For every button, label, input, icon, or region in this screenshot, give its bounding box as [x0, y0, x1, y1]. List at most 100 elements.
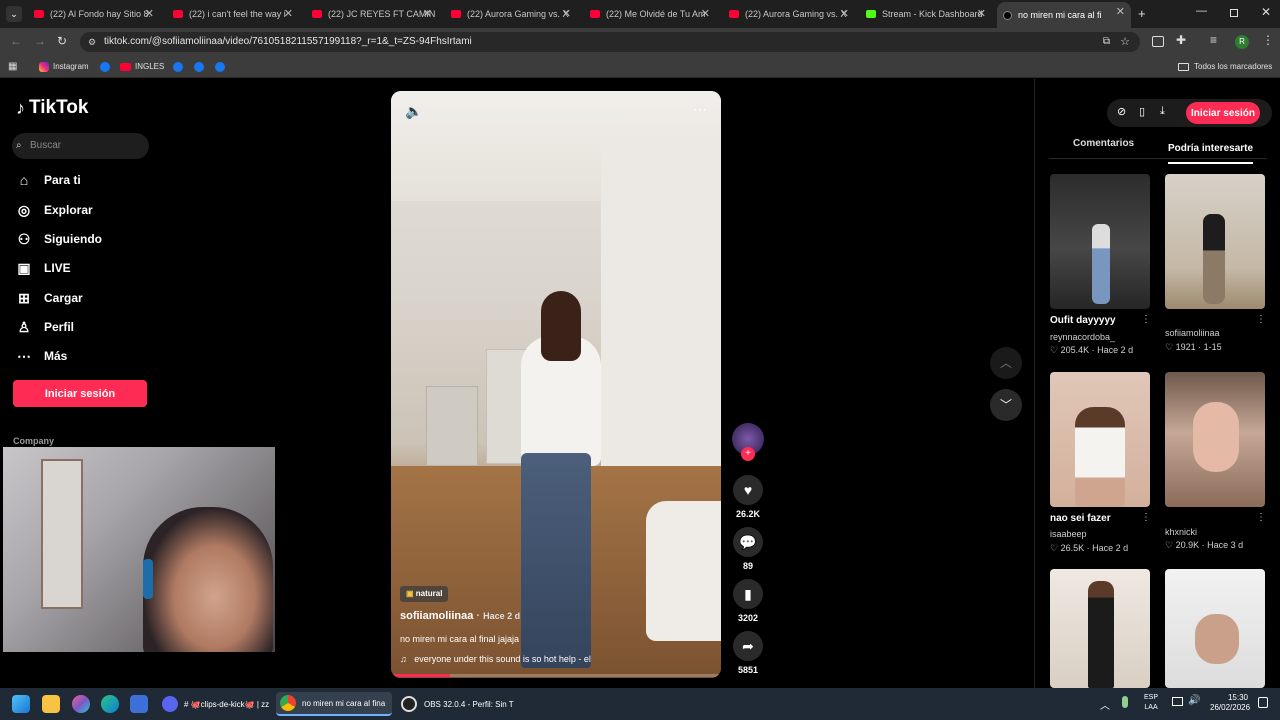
tab-recommended[interactable]: Podría interesarte [1168, 138, 1254, 164]
close-tab-icon[interactable]: ✕ [284, 7, 293, 20]
close-tab-icon[interactable]: ✕ [423, 7, 432, 20]
media-control-icon[interactable] [1152, 36, 1164, 47]
edge-icon[interactable] [101, 695, 119, 713]
clock[interactable]: 15:30 26/02/2026 [1210, 693, 1250, 713]
browser-menu-icon[interactable]: ⋮ [1262, 33, 1274, 47]
recommendation-title[interactable]: Oufit dayyyyy [1050, 315, 1116, 326]
login-button[interactable]: Iniciar sesión [13, 380, 147, 407]
video-author[interactable]: sofiiamoliinaa [400, 610, 473, 622]
video-player[interactable]: 🔈 ⋯ ▣ natural sofiiamoliinaa · Hace 2 d … [391, 91, 721, 678]
panel-login-button[interactable]: Iniciar sesión [1186, 102, 1260, 124]
like-action[interactable]: ♥ 26.2K [732, 475, 764, 519]
extensions-icon[interactable]: ✚ [1176, 33, 1186, 47]
recommendation-thumbnail[interactable] [1165, 372, 1265, 507]
bookmark-instagram[interactable]: Instagram [53, 62, 89, 71]
close-tab-icon[interactable]: ✕ [840, 7, 849, 20]
close-tab-icon[interactable]: ✕ [977, 7, 986, 20]
browser-tab[interactable]: (22) Al Fondo hay Sitio 8: ✕ [28, 4, 160, 24]
restore-icon[interactable] [1230, 9, 1238, 17]
next-video-button[interactable]: ﹀ [990, 389, 1022, 421]
company-heading[interactable]: Company [13, 436, 54, 446]
profile-avatar[interactable]: R [1235, 35, 1249, 49]
nav-live[interactable]: ▣ LIVE [16, 256, 70, 280]
nav-following[interactable]: ⚇ Siguiendo [16, 227, 102, 251]
comment-action[interactable]: 💬 89 [732, 527, 764, 571]
volume-icon[interactable]: 🔈 [405, 103, 422, 120]
bookmark-star-icon[interactable]: ☆ [1120, 32, 1130, 52]
close-tab-icon[interactable]: ✕ [701, 7, 710, 20]
forward-icon[interactable]: → [34, 34, 46, 48]
video-progress-track[interactable] [391, 674, 721, 677]
notifications-icon[interactable] [1258, 697, 1268, 708]
tab-comments[interactable]: Comentarios [1073, 138, 1134, 149]
recommendation-thumbnail[interactable] [1165, 569, 1265, 688]
recommendation-more-icon[interactable]: ⋮ [1256, 314, 1266, 325]
recommendation-thumbnail[interactable] [1050, 174, 1150, 309]
nav-for-you[interactable]: ⌂ Para ti [16, 168, 81, 192]
minimize-icon[interactable]: — [1196, 5, 1207, 17]
browser-tab[interactable]: (22) Aurora Gaming vs. X ✕ [723, 4, 855, 24]
bookmark-ingles[interactable]: INGLES [135, 62, 164, 71]
recommendation-author[interactable]: khxnicki [1165, 527, 1197, 537]
taskbar-discord[interactable]: # 🐙clips-de-kick🐙 | zz [158, 692, 270, 716]
recommendation-author[interactable]: reynnacordoba_ [1050, 332, 1115, 342]
recommendation-thumbnail[interactable] [1050, 569, 1150, 688]
browser-tab[interactable]: (22) JC REYES FT CAMIN ✕ [306, 4, 438, 24]
heart-icon[interactable]: ♥ [733, 475, 763, 505]
facebook-icon[interactable] [215, 62, 225, 72]
windows-start-icon[interactable] [12, 695, 30, 713]
video-sound-line[interactable]: ♫ everyone under this sound is so hot he… [400, 654, 591, 664]
browser-tab-active[interactable]: no miren mi cara al fi ✕ [997, 2, 1131, 28]
all-bookmarks-link[interactable]: Todos los marcadores [1194, 62, 1272, 71]
store-icon[interactable] [130, 695, 148, 713]
site-info-icon[interactable]: ⚙ [88, 32, 96, 52]
search-input[interactable]: ⌕ Buscar [12, 133, 149, 159]
taskbar-chrome[interactable]: no miren mi cara al fina [276, 692, 392, 716]
browser-tab[interactable]: (22) i can't feel the way i ✕ [167, 4, 299, 24]
close-tab-icon[interactable]: ✕ [1116, 5, 1125, 18]
share-action[interactable]: ➦ 5851 [732, 631, 764, 675]
tray-overflow-icon[interactable]: ︿ [1100, 697, 1110, 712]
nav-upload[interactable]: ⊞ Cargar [16, 286, 83, 310]
close-window-icon[interactable]: ✕ [1261, 5, 1271, 19]
recommendation-more-icon[interactable]: ⋮ [1141, 512, 1151, 523]
nav-explore[interactable]: ◎ Explorar [16, 198, 93, 222]
file-explorer-icon[interactable] [42, 695, 60, 713]
creator-avatar-action[interactable]: + [732, 423, 764, 461]
nav-profile[interactable]: ♙ Perfil [16, 315, 74, 339]
apps-grid-icon[interactable]: ▦ [8, 61, 17, 72]
tiktok-logo[interactable]: ♪ TikTok [16, 97, 88, 119]
facebook-icon[interactable] [194, 62, 204, 72]
bookmark-icon[interactable]: ▮ [733, 579, 763, 609]
facebook-icon[interactable] [173, 62, 183, 72]
recommendation-author[interactable]: sofiiamoliinaa [1165, 328, 1220, 338]
recommendation-thumbnail[interactable] [1165, 174, 1265, 309]
back-icon[interactable]: ← [10, 34, 22, 48]
recommendation-more-icon[interactable]: ⋮ [1256, 512, 1266, 523]
copilot-icon[interactable] [72, 695, 90, 713]
device-icon[interactable]: ▯ [1139, 105, 1145, 118]
download-icon[interactable]: ⤓ [1160, 105, 1165, 118]
reload-icon[interactable]: ↻ [57, 34, 67, 48]
close-tab-icon[interactable]: ✕ [562, 7, 571, 20]
language-indicator[interactable]: ESP LAA [1144, 693, 1158, 713]
browser-tab[interactable]: (22) Me Olvidé de Tu Am ✕ [584, 4, 716, 24]
close-tab-icon[interactable]: ✕ [145, 7, 154, 20]
previous-video-button[interactable]: ︿ [990, 347, 1022, 379]
tab-search-dropdown-icon[interactable]: ⌄ [6, 6, 22, 22]
nav-more[interactable]: ⋯ Más [16, 344, 67, 368]
facebook-icon[interactable] [100, 62, 110, 72]
speaker-icon[interactable]: 🔊 [1188, 695, 1200, 706]
microphone-icon[interactable] [1122, 696, 1128, 708]
comment-icon[interactable]: 💬 [733, 527, 763, 557]
browser-tab[interactable]: (22) Aurora Gaming vs. X ✕ [445, 4, 577, 24]
taskbar-obs[interactable]: OBS 32.0.4 - Perfil: Sin T [397, 692, 527, 716]
reading-list-icon[interactable]: ≡ [1210, 33, 1217, 47]
recommendation-more-icon[interactable]: ⋮ [1141, 314, 1151, 325]
share-icon[interactable]: ➦ [733, 631, 763, 661]
browser-tab[interactable]: Stream - Kick Dashboard ✕ [860, 4, 992, 24]
network-icon[interactable] [1172, 697, 1183, 706]
recommendation-title[interactable]: nao sei fazer [1050, 513, 1111, 524]
recommendation-author[interactable]: isaabeep [1050, 529, 1087, 539]
recommendation-thumbnail[interactable] [1050, 372, 1150, 507]
